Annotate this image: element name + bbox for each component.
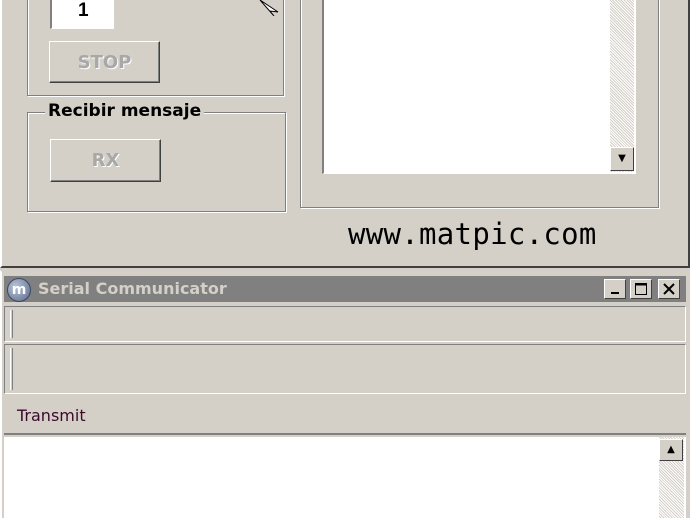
transmit-scroll-up-button[interactable]: ▲ [659, 439, 683, 461]
close-button[interactable] [658, 279, 680, 299]
memo-scroll-down-button[interactable]: ▼ [610, 147, 634, 171]
toolbar-1 [4, 306, 686, 342]
transmit-header [4, 397, 686, 435]
receive-group-title: Recibir mensaje [45, 101, 205, 121]
rx-button[interactable]: RX [50, 139, 161, 182]
mouse-pointer-icon [259, 0, 279, 16]
website-label: www.matpic.com [348, 217, 597, 251]
minimize-button[interactable] [604, 279, 626, 299]
transmit-textarea[interactable] [4, 437, 686, 518]
received-message-memo[interactable] [322, 0, 636, 174]
maximize-button[interactable] [630, 279, 652, 299]
toolbar-2 [4, 344, 686, 394]
toolbar-1-grip[interactable] [10, 310, 13, 338]
counter-field[interactable]: 1 [50, 0, 114, 29]
maximize-icon [635, 283, 647, 295]
app-icon[interactable]: m [7, 278, 31, 302]
window-title: Serial Communicator [38, 279, 227, 298]
minimize-icon [611, 292, 619, 294]
transmit-label: Transmit [17, 406, 86, 425]
close-icon [663, 283, 675, 295]
stop-button[interactable]: STOP [49, 41, 160, 83]
toolbar-2-grip[interactable] [10, 348, 13, 390]
